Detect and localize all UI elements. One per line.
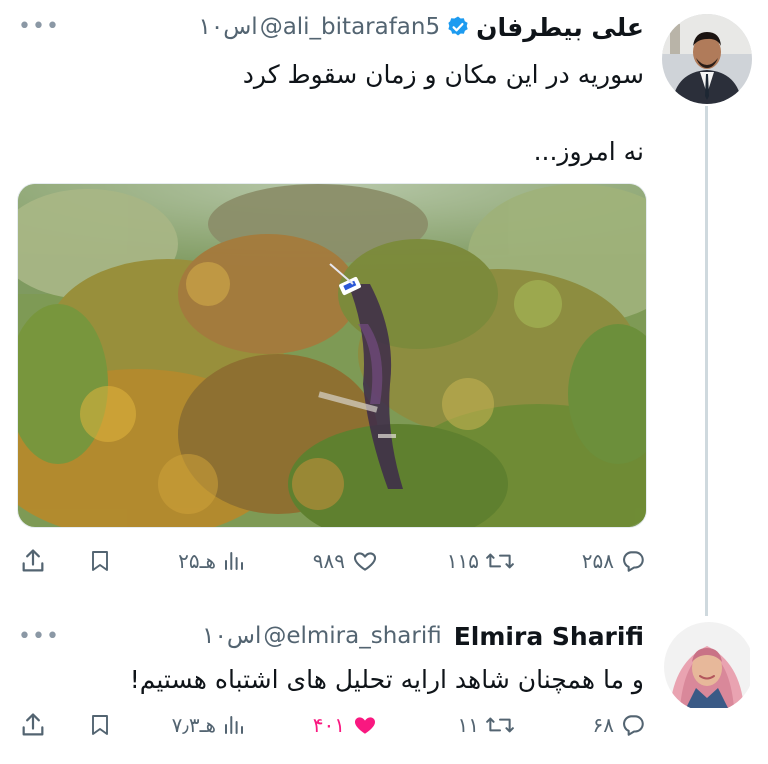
tweet-2: Elmira Sharifi @elmira_sharifi ۱۰اس ••• …	[0, 600, 768, 764]
views-count: ۷٫۳هـ	[171, 713, 216, 737]
bookmark-button[interactable]	[88, 712, 112, 738]
avatar-woman-image	[664, 622, 750, 708]
tweet-actions-bar: ۶۸ ۱۱ ۴۰۱ ۷٫۳هـ	[0, 706, 768, 746]
retweet-icon	[486, 553, 514, 569]
retweet-icon	[486, 717, 514, 733]
views-button[interactable]: ۷٫۳هـ	[172, 712, 246, 738]
display-name[interactable]: Elmira Sharifi	[454, 622, 644, 651]
bookmark-icon	[92, 715, 108, 735]
tweet-1: علی بیطرفان @ali_bitarafan5 ۱۰اس ••• سور…	[0, 0, 768, 616]
avatar[interactable]	[662, 14, 752, 104]
more-options-icon[interactable]: •••	[18, 14, 60, 39]
timestamp[interactable]: ۱۰اس	[202, 623, 261, 649]
avatar[interactable]	[664, 622, 754, 712]
thread-line	[705, 106, 708, 616]
views-chart-icon	[225, 716, 243, 734]
avatar-man-image	[662, 14, 752, 104]
timestamp[interactable]: ۱۰اس	[199, 14, 258, 40]
reply-button[interactable]: ۶۸	[593, 712, 646, 738]
tweet-media-photo[interactable]	[17, 183, 647, 528]
retweet-count: ۱۱۵	[446, 549, 479, 573]
tweet-text-line-1: سوریه در این مکان و زمان سقوط کرد	[242, 60, 644, 89]
heart-filled-icon	[354, 717, 376, 734]
retweet-button[interactable]: ۱۱	[458, 712, 515, 738]
tweet-text: و ما همچنان شاهد ارایه تحلیل های اشتباه …	[129, 665, 644, 694]
views-chart-icon	[225, 552, 243, 570]
tweet-text-line-2: نه امروز...	[533, 137, 644, 166]
verified-badge-icon	[448, 16, 468, 36]
bookmark-button[interactable]	[88, 548, 112, 574]
reply-count: ۲۵۸	[581, 549, 614, 573]
reply-count: ۶۸	[592, 713, 614, 737]
tweet-header: Elmira Sharifi @elmira_sharifi ۱۰اس	[202, 619, 644, 653]
user-handle[interactable]: @elmira_sharifi	[263, 623, 441, 649]
display-name[interactable]: علی بیطرفان	[476, 13, 644, 42]
share-icon	[22, 549, 44, 572]
user-handle[interactable]: @ali_bitarafan5	[260, 14, 440, 40]
reply-icon	[623, 551, 644, 572]
share-icon	[22, 713, 44, 736]
like-button[interactable]: ۹۸۹	[313, 548, 379, 574]
tweet-actions-bar: ۲۵۸ ۱۱۵ ۹۸۹ ۲۵هـ	[0, 541, 768, 581]
heart-icon	[353, 552, 377, 571]
share-button[interactable]	[19, 547, 47, 575]
crash-site-photo-image	[18, 184, 646, 527]
bookmark-icon	[92, 551, 108, 571]
like-button[interactable]: ۴۰۱	[313, 712, 379, 738]
reply-button[interactable]: ۲۵۸	[582, 548, 646, 574]
share-button[interactable]	[19, 711, 47, 739]
retweet-count: ۱۱	[457, 713, 479, 737]
like-count: ۴۰۱	[312, 713, 345, 737]
views-count: ۲۵هـ	[178, 549, 216, 573]
retweet-button[interactable]: ۱۱۵	[447, 548, 515, 574]
tweet-header: علی بیطرفان @ali_bitarafan5 ۱۰اس	[199, 10, 645, 44]
more-options-icon[interactable]: •••	[18, 624, 60, 649]
like-count: ۹۸۹	[312, 549, 345, 573]
views-button[interactable]: ۲۵هـ	[178, 548, 246, 574]
reply-icon	[623, 715, 644, 736]
